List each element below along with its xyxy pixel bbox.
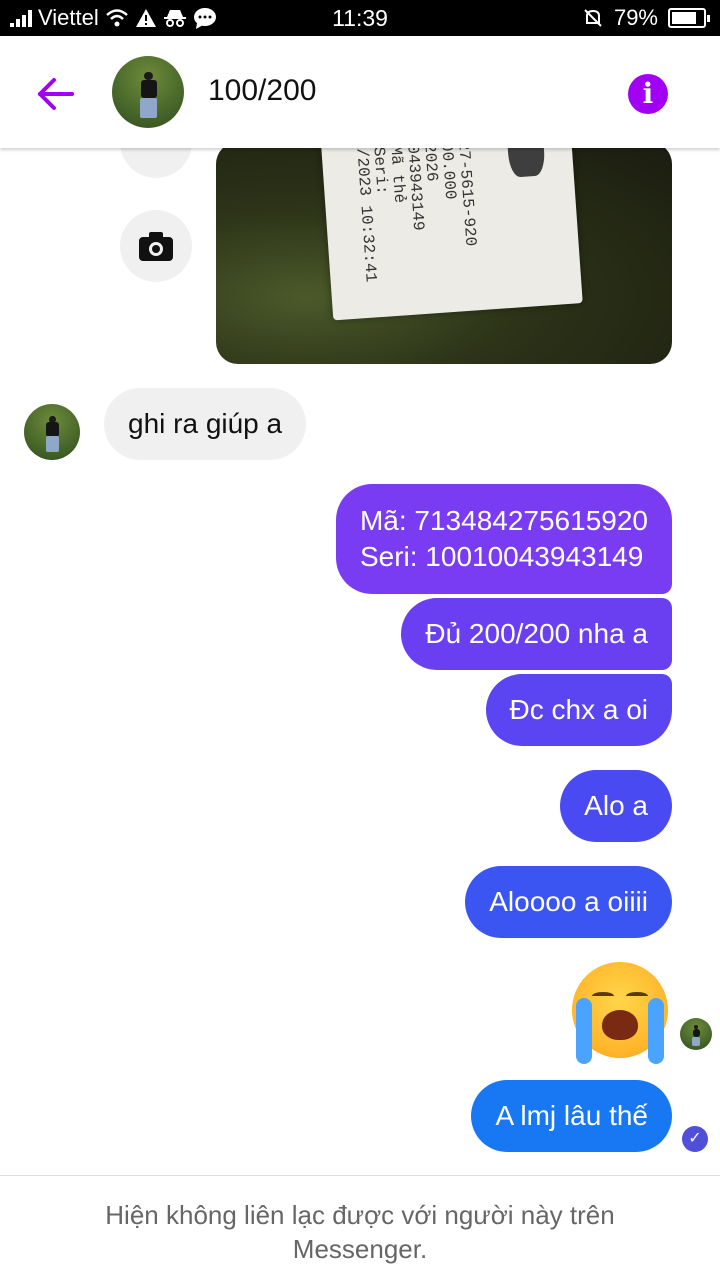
conversation-header: 100/200 i bbox=[0, 36, 720, 148]
message-sent[interactable]: A lmj lâu thế bbox=[471, 1080, 672, 1152]
battery-percent: 79% bbox=[613, 5, 658, 30]
contact-name[interactable]: 100/200 bbox=[208, 74, 316, 108]
camera-button[interactable] bbox=[120, 210, 192, 282]
message-sent[interactable]: Mã: 713484275615920 Seri: 10010043943149 bbox=[335, 484, 672, 594]
message-sent[interactable]: Đủ 200/200 nha a bbox=[401, 598, 672, 670]
bell-off-icon bbox=[584, 9, 602, 27]
contact-avatar-small[interactable] bbox=[24, 404, 80, 460]
photo-attachment[interactable]: 27-5615-920 00.000 2026 043943149 Mã thẻ… bbox=[216, 148, 672, 364]
message-received[interactable]: ghi ra giúp a bbox=[104, 388, 307, 460]
unavailable-notice: Hiện không liên lạc được với người này t… bbox=[0, 1175, 720, 1280]
delivered-check-icon: ✓ bbox=[682, 1126, 708, 1152]
forward-button[interactable] bbox=[120, 148, 192, 178]
receipt-text: 27-5615-920 00.000 2026 043943149 Mã thẻ… bbox=[352, 148, 480, 283]
contact-avatar[interactable] bbox=[112, 56, 184, 128]
message-text: Đủ 200/200 nha a bbox=[425, 618, 648, 649]
battery-level bbox=[672, 12, 696, 24]
camera-icon bbox=[139, 232, 173, 261]
battery-icon bbox=[668, 8, 710, 28]
seen-avatar bbox=[680, 1018, 712, 1050]
message-list[interactable]: 27-5615-920 00.000 2026 043943149 Mã thẻ… bbox=[0, 148, 720, 1175]
message-sent[interactable]: Aloooo a oiiii bbox=[465, 866, 672, 938]
receipt-paper: 27-5615-920 00.000 2026 043943149 Mã thẻ… bbox=[315, 148, 583, 321]
crying-face-emoji[interactable] bbox=[572, 962, 668, 1064]
status-right: 79% bbox=[582, 5, 710, 31]
message-text: ghi ra giúp a bbox=[128, 408, 283, 439]
notice-line-2: Messenger. bbox=[292, 1234, 428, 1264]
message-text: Seri: 10010043943149 bbox=[359, 541, 644, 572]
message-text: Alo a bbox=[584, 790, 648, 821]
arrow-left-icon[interactable] bbox=[34, 72, 78, 116]
info-icon[interactable]: i bbox=[628, 74, 668, 114]
message-sent[interactable]: Đc chx a oi bbox=[485, 674, 672, 746]
message-sent[interactable]: Alo a bbox=[560, 770, 672, 842]
message-text: Đc chx a oi bbox=[509, 694, 649, 725]
notice-line-1: Hiện không liên lạc được với người này t… bbox=[105, 1200, 615, 1230]
message-text: A lmj lâu thế bbox=[495, 1100, 648, 1131]
message-text: Mã: 713484275615920 bbox=[359, 505, 648, 536]
message-text: Aloooo a oiiii bbox=[489, 886, 648, 917]
receipt-logo bbox=[504, 148, 546, 178]
status-bar: Viettel 11:39 79% bbox=[0, 0, 720, 36]
